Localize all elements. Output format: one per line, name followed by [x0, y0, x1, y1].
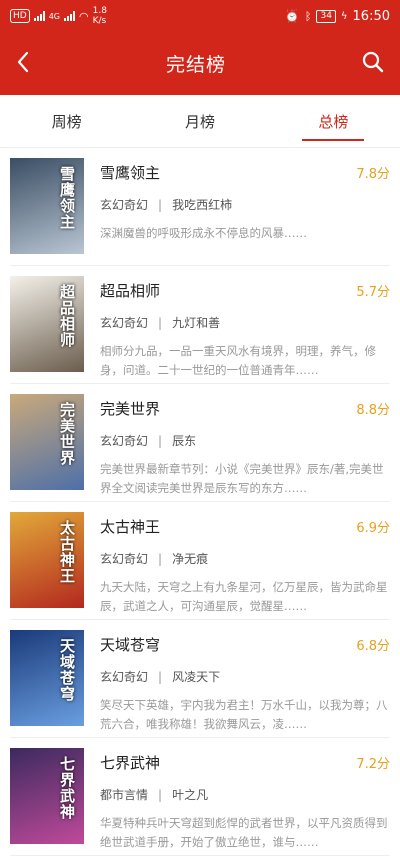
book-info: 完美世界 8.8分 玄幻奇幻 | 辰东 完美世界最新章节列：小说《完美世界》辰东/著,… [100, 394, 390, 501]
book-title[interactable]: 完美世界 [100, 398, 160, 419]
book-cover[interactable]: 七界武神 [10, 748, 84, 844]
book-cover[interactable]: 天域苍穹 [10, 630, 84, 726]
book-info: 雪鹰领主 7.8分 玄幻奇幻 | 我吃西红柿 深渊魔兽的呼吸形成永不停息的风暴…… [100, 158, 390, 265]
book-item[interactable]: 七界武神 七界武神 7.2分 都市言情 | 叶之凡 华夏特种兵叶天穹超到彪悍的武者世界… [10, 738, 390, 856]
book-author: 九灯和善 [172, 316, 221, 330]
net-speed: 1.8 K/s [93, 6, 107, 26]
signal-icon [33, 11, 45, 21]
book-info: 天域苍穹 6.8分 玄幻奇幻 | 风凌天下 笑尽天下英雄，宇内我为君主！万水千山，以我… [100, 630, 390, 737]
net-speed-unit: K/s [92, 16, 107, 26]
book-list: 雪鹰领主 雪鹰领主 7.8分 玄幻奇幻 | 我吃西红柿 深渊魔兽的呼吸形成永不停息的风… [0, 148, 400, 856]
book-description: 深渊魔兽的呼吸形成永不停息的风暴…… [100, 226, 307, 240]
book-cover[interactable]: 超品相师 [10, 276, 84, 372]
hd-badge: HD [10, 9, 30, 23]
book-cover[interactable]: 太古神王 [10, 512, 84, 608]
book-description: 九天大陆，天穹之上有九条星河，亿万星辰，皆为武命星辰，武道之人，可沟通星辰，觉醒… [100, 580, 388, 613]
book-info: 超品相师 5.7分 玄幻奇幻 | 九灯和善 相师分九品，一品一重天风水有境界，明理，养… [100, 276, 390, 383]
wifi-icon: ◠ [79, 9, 89, 23]
search-icon[interactable] [362, 51, 384, 77]
bluetooth-icon: ᛒ [304, 9, 312, 23]
book-genre: 玄幻奇幻 [100, 198, 149, 212]
meta-separator: | [158, 433, 163, 448]
book-genre: 玄幻奇幻 [100, 552, 149, 566]
book-score: 6.8分 [356, 639, 390, 654]
book-author: 我吃西红柿 [172, 198, 233, 212]
book-title[interactable]: 雪鹰领主 [100, 162, 160, 183]
cover-title: 完美世界 [58, 402, 76, 466]
book-description: 笑尽天下英雄，宇内我为君主！万水千山，以我为尊；八荒六合，唯我称雄！我欲舞风云，… [100, 698, 388, 731]
book-score: 7.8分 [356, 167, 390, 182]
book-genre: 都市言情 [100, 788, 149, 802]
app-header: 完结榜 [0, 32, 400, 95]
book-item[interactable]: 雪鹰领主 雪鹰领主 7.8分 玄幻奇幻 | 我吃西红柿 深渊魔兽的呼吸形成永不停息的风… [10, 148, 390, 266]
book-description: 完美世界最新章节列：小说《完美世界》辰东/著,完美世界全文阅读完美世界是辰东写的… [100, 462, 384, 495]
page-title: 完结榜 [165, 54, 226, 76]
book-description: 相师分九品，一品一重天风水有境界，明理，养气，修身，问道。二十一世纪的一位普通青… [100, 344, 376, 377]
status-left: HD 4G ◠ 1.8 K/s [10, 6, 107, 26]
tab-total[interactable]: 总榜 [267, 95, 400, 147]
book-item[interactable]: 天域苍穹 天域苍穹 6.8分 玄幻奇幻 | 风凌天下 笑尽天下英雄，宇内我为君主！万水… [10, 620, 390, 738]
alarm-icon: ⏰ [284, 9, 300, 23]
meta-separator: | [158, 669, 163, 684]
book-genre: 玄幻奇幻 [100, 434, 149, 448]
signal-icon-2 [64, 11, 75, 21]
book-author: 净无痕 [172, 552, 209, 566]
meta-separator: | [158, 315, 163, 330]
cover-title: 七界武神 [58, 756, 76, 820]
book-genre: 玄幻奇幻 [100, 316, 149, 330]
tab-weekly[interactable]: 周榜 [0, 95, 133, 147]
status-right: ⏰ ᛒ 34 ϟ 16:50 [285, 9, 390, 24]
book-author: 叶之凡 [172, 788, 209, 802]
charging-icon: ϟ [340, 10, 348, 22]
ranking-tabs: 周榜 月榜 总榜 [0, 95, 400, 148]
network-type: 4G [48, 11, 60, 21]
book-item[interactable]: 完美世界 完美世界 8.8分 玄幻奇幻 | 辰东 完美世界最新章节列：小说《完美世界》… [10, 384, 390, 502]
book-genre: 玄幻奇幻 [100, 670, 149, 684]
book-title[interactable]: 七界武神 [100, 752, 160, 773]
book-score: 6.9分 [356, 521, 390, 536]
cover-title: 雪鹰领主 [58, 166, 76, 230]
clock: 16:50 [352, 8, 390, 24]
book-item[interactable]: 太古神王 太古神王 6.9分 玄幻奇幻 | 净无痕 九天大陆，天穹之上有九条星河，亿万… [10, 502, 390, 620]
back-icon[interactable] [16, 51, 30, 77]
meta-separator: | [158, 787, 163, 802]
book-score: 5.7分 [356, 285, 390, 300]
book-info: 七界武神 7.2分 都市言情 | 叶之凡 华夏特种兵叶天穹超到彪悍的武者世界，以平凡资… [100, 748, 390, 855]
book-cover[interactable]: 完美世界 [10, 394, 84, 490]
book-author: 辰东 [172, 434, 197, 448]
cover-title: 天域苍穹 [58, 638, 76, 702]
tab-monthly[interactable]: 月榜 [133, 95, 266, 147]
meta-separator: | [158, 197, 163, 212]
book-score: 8.8分 [356, 403, 390, 418]
book-title[interactable]: 超品相师 [100, 280, 160, 301]
book-score: 7.2分 [356, 757, 390, 772]
cover-title: 太古神王 [58, 520, 76, 584]
book-item[interactable]: 超品相师 超品相师 5.7分 玄幻奇幻 | 九灯和善 相师分九品，一品一重天风水有境界… [10, 266, 390, 384]
battery-icon: 34 [316, 9, 336, 23]
book-title[interactable]: 太古神王 [100, 516, 160, 537]
book-cover[interactable]: 雪鹰领主 [10, 158, 84, 254]
book-description: 华夏特种兵叶天穹超到彪悍的武者世界，以平凡资质得到绝世武道手册，开始了傲立绝世，… [100, 816, 388, 849]
cover-title: 超品相师 [58, 284, 76, 348]
net-speed-value: 1.8 [92, 6, 107, 16]
book-author: 风凌天下 [172, 670, 221, 684]
book-title[interactable]: 天域苍穹 [100, 634, 160, 655]
status-bar: HD 4G ◠ 1.8 K/s ⏰ ᛒ 34 ϟ 16:50 [0, 0, 400, 32]
meta-separator: | [158, 551, 163, 566]
book-info: 太古神王 6.9分 玄幻奇幻 | 净无痕 九天大陆，天穹之上有九条星河，亿万星辰，皆为… [100, 512, 390, 619]
